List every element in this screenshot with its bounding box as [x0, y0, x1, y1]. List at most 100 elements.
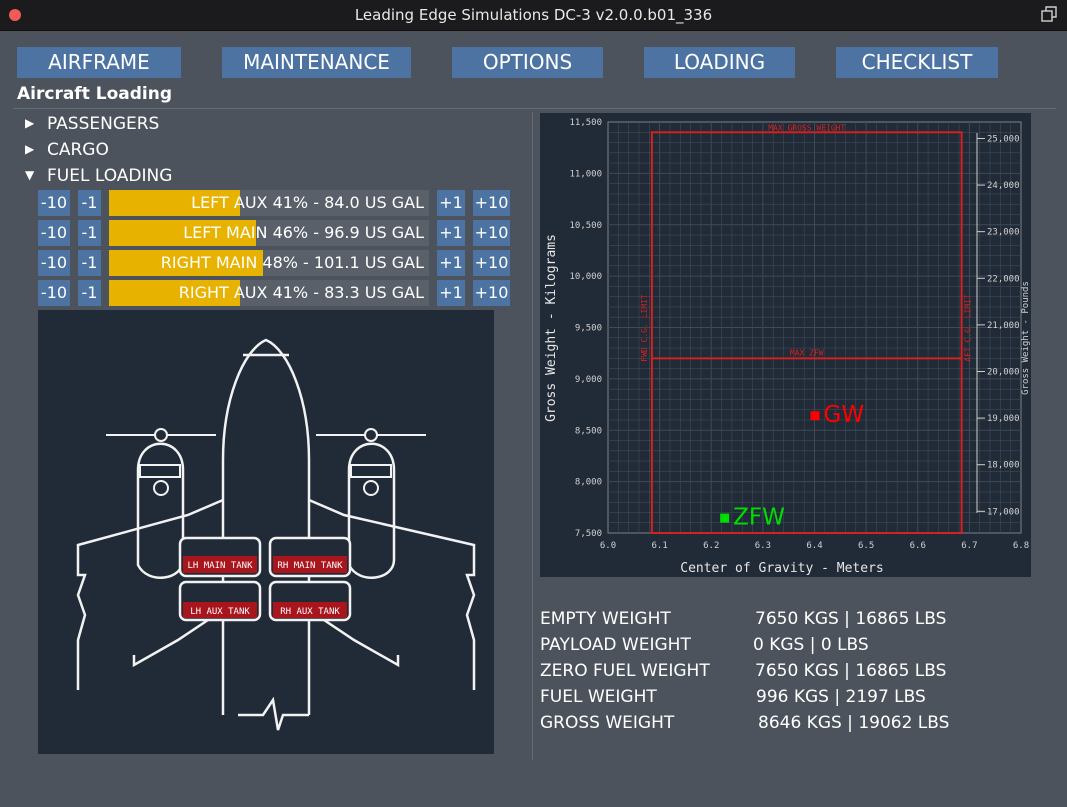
data-point-gw	[810, 411, 820, 421]
minus-10-button[interactable]: -10	[38, 190, 70, 216]
y2-tick-label: 24,000	[987, 181, 1020, 191]
y2-tick-label: 23,000	[987, 228, 1020, 238]
x-tick-label: 6.6	[910, 541, 926, 551]
expand-arrow-icon: ▶	[25, 116, 35, 130]
y-tick-label: 8,500	[575, 426, 602, 436]
y-tick-label: 8,000	[575, 478, 602, 488]
rh-main-tank-label: RH MAIN TANK	[277, 561, 343, 571]
tree-label: FUEL LOADING	[47, 166, 173, 186]
minus-1-button[interactable]: -1	[78, 280, 101, 306]
x-tick-label: 6.0	[600, 541, 616, 551]
fuel-bar-right-aux[interactable]: RIGHT AUX 41% - 83.3 US GAL	[109, 280, 429, 306]
fuel-bar-right-main[interactable]: RIGHT MAIN 48% - 101.1 US GAL	[109, 250, 429, 276]
weight-value: 0 KGS | 0 LBS	[753, 635, 869, 655]
minus-10-button[interactable]: -10	[38, 250, 70, 276]
weight-label: EMPTY WEIGHT	[540, 609, 671, 629]
weight-value: 7650 KGS | 16865 LBS	[755, 661, 947, 681]
tree-item-cargo[interactable]: ▶ CARGO	[25, 140, 109, 160]
max-zfw-label: MAX ZFW	[790, 348, 824, 357]
cg-chart-svg: MAX GROSS WEIGHT MAX ZFW FWD C.G. LIMIT AFT…	[544, 118, 1031, 576]
tree-item-fuel-loading[interactable]: ▼ FUEL LOADING	[25, 166, 172, 186]
aircraft-diagram: LH MAIN TANK RH MAIN TANK LH AUX TANK RH…	[38, 310, 494, 754]
y2-tick-label: 25,000	[987, 134, 1020, 144]
envelope-outline	[650, 131, 963, 535]
tree-item-passengers[interactable]: ▶ PASSENGERS	[25, 114, 159, 134]
y-axis-label: Gross Weight - Kilograms	[544, 234, 559, 422]
plus-1-button[interactable]: +1	[437, 220, 465, 246]
data-label-zfw: ZFW	[733, 505, 785, 531]
x-tick-label: 6.4	[806, 541, 822, 551]
window-title: Leading Edge Simulations DC-3 v2.0.0.b01…	[354, 6, 713, 24]
data-point-zfw	[720, 513, 730, 523]
lh-main-tank-label: LH MAIN TANK	[187, 561, 253, 571]
restore-window-icon[interactable]	[1041, 6, 1057, 22]
weight-label: PAYLOAD WEIGHT	[540, 635, 691, 655]
divider	[13, 108, 1056, 109]
lh-aux-tank-label: LH AUX TANK	[190, 607, 250, 617]
minus-10-button[interactable]: -10	[38, 220, 70, 246]
y2-tick-label: 18,000	[987, 461, 1020, 471]
y2-tick-label: 22,000	[987, 274, 1020, 284]
y-tick-label: 9,000	[575, 375, 602, 385]
minus-10-button[interactable]: -10	[38, 280, 70, 306]
plus-1-button[interactable]: +1	[437, 190, 465, 216]
page-title: Aircraft Loading	[17, 84, 172, 104]
aircraft-outline-icon: LH MAIN TANK RH MAIN TANK LH AUX TANK RH…	[76, 338, 476, 731]
checklist-tab[interactable]: CHECKLIST	[836, 47, 998, 78]
options-tab[interactable]: OPTIONS	[452, 47, 603, 78]
plus-10-button[interactable]: +10	[473, 190, 510, 216]
data-label-gw: GW	[824, 402, 865, 428]
airframe-tab[interactable]: AIRFRAME	[17, 47, 181, 78]
y2-tick-label: 19,000	[987, 414, 1020, 424]
y-tick-label: 7,500	[575, 529, 602, 539]
plus-1-button[interactable]: +1	[437, 280, 465, 306]
maintenance-tab[interactable]: MAINTENANCE	[222, 47, 411, 78]
plus-10-button[interactable]: +10	[473, 250, 510, 276]
weight-value: 996 KGS | 2197 LBS	[756, 687, 926, 707]
minus-1-button[interactable]: -1	[78, 250, 101, 276]
collapse-arrow-icon: ▼	[25, 168, 35, 182]
y-tick-label: 10,000	[569, 272, 602, 282]
x-tick-label: 6.1	[651, 541, 667, 551]
loading-tab[interactable]: LOADING	[644, 47, 795, 78]
tree-label: PASSENGERS	[47, 114, 160, 134]
fwd-cg-limit-label: FWD C.G. LIMIT	[640, 294, 649, 362]
fuel-label: RIGHT MAIN 48% - 101.1 US GAL	[160, 253, 424, 272]
weight-value: 8646 KGS | 19062 LBS	[758, 713, 950, 733]
minus-1-button[interactable]: -1	[78, 190, 101, 216]
plus-10-button[interactable]: +10	[473, 220, 510, 246]
fuel-bar-left-aux[interactable]: LEFT AUX 41% - 84.0 US GAL	[109, 190, 429, 216]
divider	[532, 112, 533, 760]
fuel-label: LEFT AUX 41% - 84.0 US GAL	[191, 193, 424, 212]
x-tick-label: 6.7	[961, 541, 977, 551]
title-bar: Leading Edge Simulations DC-3 v2.0.0.b01…	[0, 0, 1067, 31]
y2-axis-label: Gross Weight - Pounds	[1021, 281, 1031, 395]
y2-tick-label: 20,000	[987, 367, 1020, 377]
weight-value: 7650 KGS | 16865 LBS	[755, 609, 947, 629]
weight-label: FUEL WEIGHT	[540, 687, 657, 707]
cg-envelope-chart: MAX GROSS WEIGHT MAX ZFW FWD C.G. LIMIT AFT…	[540, 113, 1031, 577]
x-tick-label: 6.5	[858, 541, 874, 551]
plus-1-button[interactable]: +1	[437, 250, 465, 276]
fuel-bar-left-main[interactable]: LEFT MAIN 46% - 96.9 US GAL	[109, 220, 429, 246]
y-tick-label: 11,500	[569, 118, 602, 128]
weight-label: ZERO FUEL WEIGHT	[540, 661, 710, 681]
y-tick-label: 11,000	[569, 169, 602, 179]
tree-label: CARGO	[47, 140, 109, 160]
weight-label: GROSS WEIGHT	[540, 713, 675, 733]
max-gross-label: MAX GROSS WEIGHT	[768, 123, 845, 132]
x-tick-label: 6.3	[755, 541, 771, 551]
expand-arrow-icon: ▶	[25, 142, 35, 156]
aft-cg-limit-label: AFT C.G. LIMIT	[964, 294, 973, 362]
y-tick-label: 9,500	[575, 324, 602, 334]
plus-10-button[interactable]: +10	[473, 280, 510, 306]
y-tick-label: 10,500	[569, 221, 602, 231]
rh-aux-tank-label: RH AUX TANK	[280, 607, 340, 617]
minus-1-button[interactable]: -1	[78, 220, 101, 246]
y2-tick-label: 21,000	[987, 321, 1020, 331]
x-axis-label: Center of Gravity - Meters	[680, 561, 884, 576]
fuel-label: LEFT MAIN 46% - 96.9 US GAL	[183, 223, 424, 242]
fuel-label: RIGHT AUX 41% - 83.3 US GAL	[178, 283, 424, 302]
x-tick-label: 6.2	[703, 541, 719, 551]
y2-tick-label: 17,000	[987, 507, 1020, 517]
